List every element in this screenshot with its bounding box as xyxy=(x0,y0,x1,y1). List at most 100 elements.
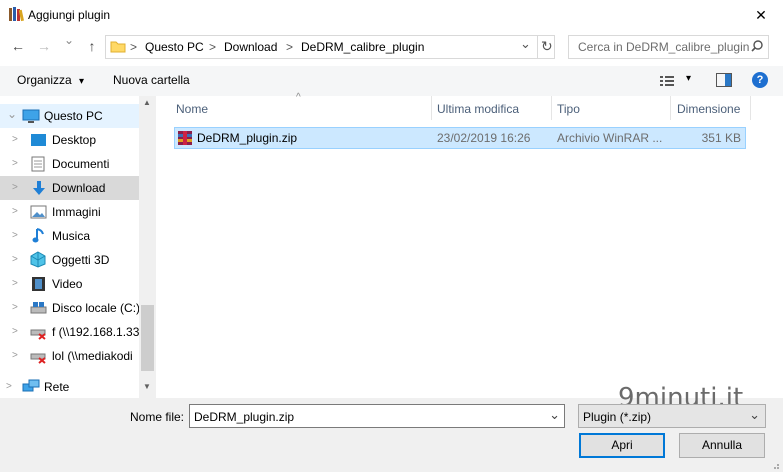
chevron-right-icon: > xyxy=(12,254,18,265)
sidebar-item-label: Desktop xyxy=(52,133,97,147)
sidebar-item-label: Rete xyxy=(44,380,70,394)
column-header-size[interactable]: Dimensione xyxy=(677,102,740,116)
video-icon xyxy=(31,276,46,292)
close-button[interactable]: ✕ xyxy=(739,0,783,30)
open-button[interactable]: Apri xyxy=(579,433,665,458)
music-icon xyxy=(32,227,46,244)
breadcrumb-separator: > xyxy=(209,40,217,54)
refresh-button[interactable]: ↻ xyxy=(541,38,553,55)
chevron-right-icon: > xyxy=(12,326,18,337)
organize-button[interactable]: Organizza ▾ xyxy=(17,73,84,87)
caret-down-icon: ▾ xyxy=(79,76,85,87)
sidebar-item-immagini[interactable]: > Immagini xyxy=(0,200,139,224)
download-icon xyxy=(31,180,47,196)
winrar-archive-icon xyxy=(177,130,193,146)
close-icon: ✕ xyxy=(755,6,767,23)
sidebar-item-questo-pc[interactable]: ⌄ Questo PC xyxy=(0,104,139,128)
sidebar-item-rete[interactable]: > Rete xyxy=(0,375,139,399)
forward-button[interactable]: → xyxy=(35,38,53,54)
table-row[interactable]: DeDRM_plugin.zip 23/02/2019 16:26 Archiv… xyxy=(174,127,746,149)
sidebar-item-video[interactable]: > Video xyxy=(0,272,139,296)
organize-label: Organizza xyxy=(17,73,72,87)
sidebar-item-documenti[interactable]: > Documenti xyxy=(0,152,139,176)
sidebar-item-disco-locale[interactable]: > Disco locale (C:) xyxy=(0,296,141,320)
breadcrumb-download[interactable]: Download xyxy=(224,40,277,54)
cancel-button[interactable]: Annulla xyxy=(679,433,765,458)
resize-grip-icon[interactable] xyxy=(770,460,780,470)
chevron-right-icon: > xyxy=(12,278,18,289)
column-divider[interactable] xyxy=(750,96,751,120)
column-header-name[interactable]: Nome xyxy=(176,102,208,116)
filename-input[interactable]: DeDRM_plugin.zip ⌄ xyxy=(189,404,565,428)
file-name: DeDRM_plugin.zip xyxy=(197,131,298,145)
books-icon xyxy=(8,6,24,22)
divider xyxy=(537,35,538,59)
sidebar-item-network-drive-f[interactable]: > f (\\192.168.1.33) xyxy=(0,320,139,344)
view-list-icon xyxy=(660,75,674,86)
arrow-right-icon: → xyxy=(37,38,51,54)
up-button[interactable]: ↑ xyxy=(83,38,101,54)
column-header-modified[interactable]: Ultima modifica xyxy=(437,102,519,116)
sidebar-item-label: Musica xyxy=(52,229,91,243)
chevron-right-icon: > xyxy=(12,134,18,145)
chevron-right-icon: > xyxy=(6,381,12,392)
pictures-icon xyxy=(30,205,47,219)
chevron-right-icon: > xyxy=(12,350,18,361)
sidebar-scrollbar-thumb[interactable] xyxy=(141,305,154,371)
sidebar-item-label: Documenti xyxy=(52,157,110,171)
scroll-up-icon[interactable]: ▲ xyxy=(143,98,151,107)
folder-icon xyxy=(110,39,126,53)
change-view-button[interactable] xyxy=(660,73,676,87)
filetype-select[interactable]: Plugin (*.zip) ⌄ xyxy=(578,404,766,428)
filename-value: DeDRM_plugin.zip xyxy=(194,410,295,424)
sidebar-item-oggetti-3d[interactable]: > Oggetti 3D xyxy=(0,248,139,272)
sidebar-item-label: Download xyxy=(52,181,106,195)
objects3d-icon xyxy=(30,251,47,268)
chevron-down-icon[interactable]: ⌄ xyxy=(549,407,560,423)
chevron-right-icon: > xyxy=(12,302,18,313)
preview-pane-icon xyxy=(716,73,732,87)
preview-pane-button[interactable] xyxy=(716,73,732,87)
chevron-down-icon: ⌄ xyxy=(749,407,760,422)
column-header-type[interactable]: Tipo xyxy=(557,102,580,116)
network-drive-icon xyxy=(30,349,47,364)
refresh-icon: ↻ xyxy=(541,38,553,54)
sidebar-item-musica[interactable]: > Musica xyxy=(0,224,139,248)
network-drive-icon xyxy=(30,325,47,340)
sort-ascending-icon: ^ xyxy=(296,92,301,103)
filetype-value: Plugin (*.zip) xyxy=(583,410,652,424)
column-divider[interactable] xyxy=(551,96,552,120)
column-divider[interactable] xyxy=(670,96,671,120)
title-bar xyxy=(0,0,783,30)
chevron-down-icon: ⌄ xyxy=(520,36,531,51)
view-options-button[interactable]: ▾ xyxy=(686,73,691,84)
pc-icon xyxy=(22,109,40,124)
arrow-up-icon: ↑ xyxy=(88,38,96,54)
file-modified: 23/02/2019 16:26 xyxy=(437,131,531,145)
breadcrumb-questo-pc[interactable]: Questo PC xyxy=(145,40,204,54)
sidebar-item-download[interactable]: > Download xyxy=(0,176,139,200)
sidebar-item-label: Immagini xyxy=(52,205,101,219)
sidebar-item-label: Disco locale (C:) xyxy=(52,301,141,315)
filename-label: Nome file: xyxy=(130,410,185,424)
window-title: Aggiungi plugin xyxy=(28,8,111,22)
column-divider[interactable] xyxy=(431,96,432,120)
sidebar-item-label: Oggetti 3D xyxy=(52,253,110,267)
back-button[interactable]: ← xyxy=(9,38,27,54)
sidebar-item-network-drive-lol[interactable]: > lol (\\mediakodi xyxy=(0,344,139,368)
sidebar-item-label: Video xyxy=(52,277,83,291)
search-placeholder: Cerca in DeDRM_calibre_plugin xyxy=(578,40,750,54)
disk-icon xyxy=(30,301,47,315)
scroll-down-icon[interactable]: ▼ xyxy=(143,382,151,391)
chevron-right-icon: > xyxy=(12,206,18,217)
recent-locations-button[interactable]: ⌄ xyxy=(60,33,78,47)
new-folder-button[interactable]: Nuova cartella xyxy=(113,73,190,87)
sidebar-item-label: Questo PC xyxy=(44,109,103,123)
chevron-down-icon: ⌄ xyxy=(63,33,75,47)
sidebar-item-label: lol (\\mediakodi xyxy=(52,349,133,363)
address-dropdown-button[interactable]: ⌄ xyxy=(520,36,531,52)
sidebar-item-desktop[interactable]: > Desktop xyxy=(0,128,139,152)
desktop-icon xyxy=(30,133,47,147)
help-button[interactable]: ? xyxy=(752,72,768,88)
breadcrumb-dedrm-folder[interactable]: DeDRM_calibre_plugin xyxy=(301,40,424,54)
